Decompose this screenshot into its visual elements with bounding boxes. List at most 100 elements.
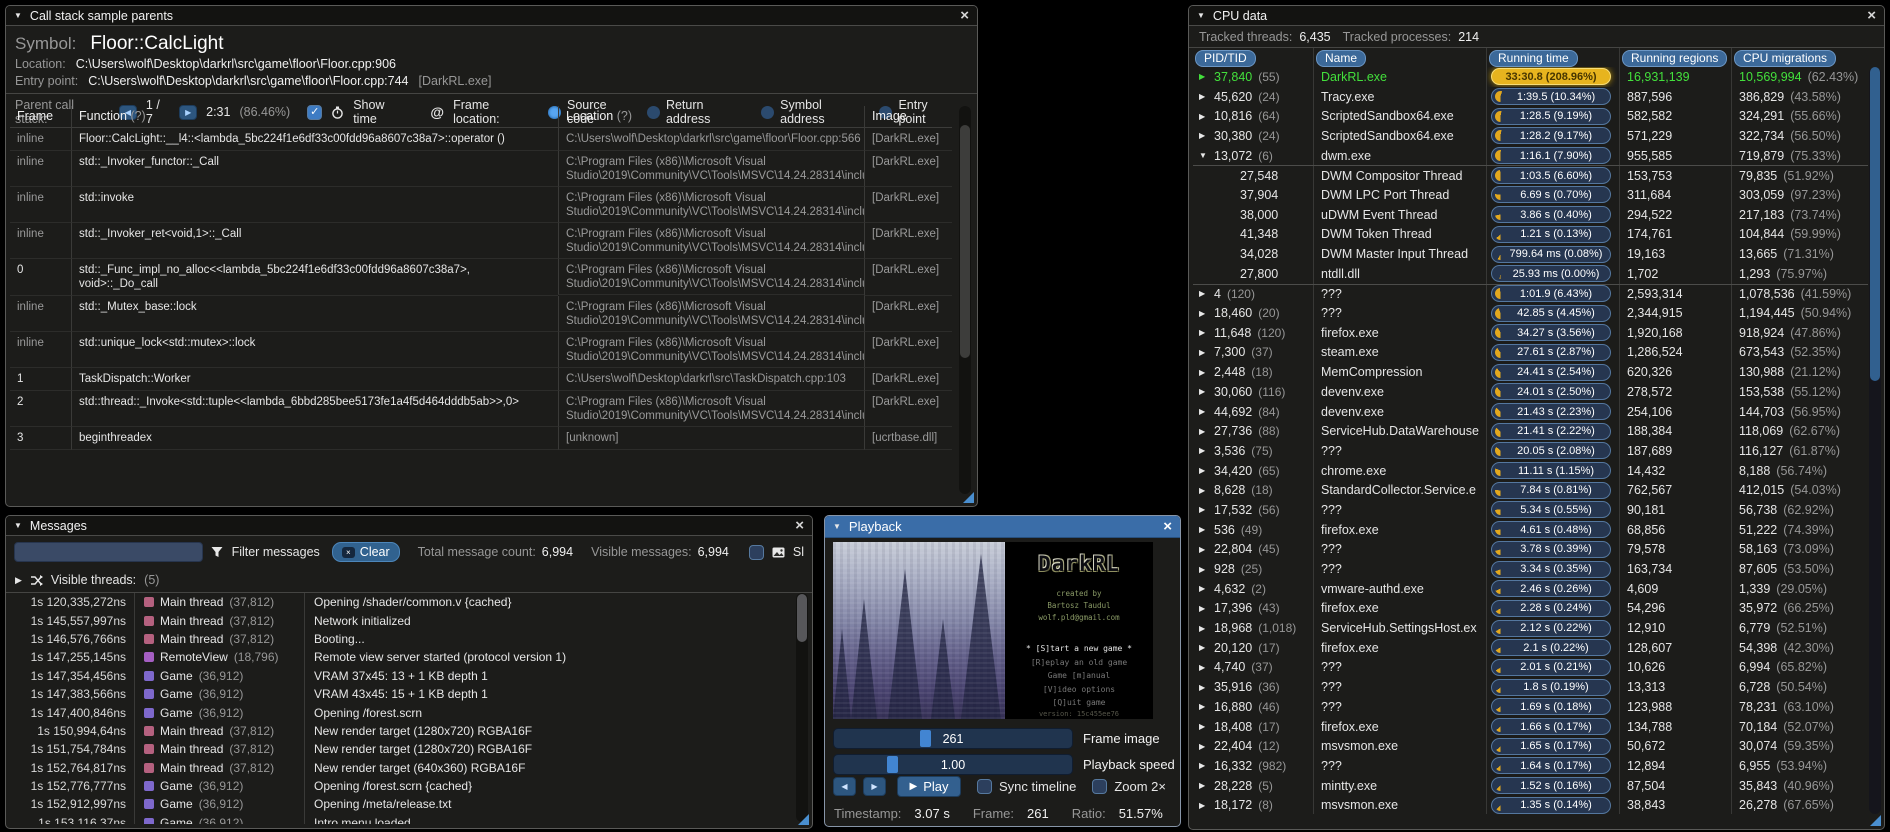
cpu-row[interactable]: ▼ 13,072 (6) dwm.exe 1:16.1 (7.90%) 955,…	[1193, 145, 1868, 166]
expand-icon[interactable]: ▼	[1199, 151, 1208, 160]
cpu-row[interactable]: ▶ 22,804 (45) ??? 3.78 s (0.39%) 79,578 …	[1193, 539, 1868, 560]
visible-threads-row[interactable]: ▶ Visible threads: (5)	[6, 568, 812, 593]
message-row[interactable]: 1s 153,116,37ns Game (36,912) Intro menu…	[10, 813, 794, 824]
resize-grip[interactable]	[963, 492, 974, 503]
cpu-row[interactable]: ▶ 16,880 (46) ??? 1.69 s (0.18%) 123,988…	[1193, 697, 1868, 717]
prev-frame-button[interactable]: ◀	[833, 777, 856, 796]
scrollbar-thumb[interactable]	[960, 125, 970, 359]
expand-icon[interactable]: ▶	[1199, 545, 1208, 554]
message-row[interactable]: 1s 152,776,777ns Game (36,912) Opening /…	[10, 776, 794, 796]
cpu-row[interactable]: ▶ 45,620 (24) Tracy.exe 1:39.5 (10.34%) …	[1193, 86, 1868, 107]
cpu-row[interactable]: ▶ 11,648 (120) firefox.exe 34.27 s (3.56…	[1193, 322, 1868, 343]
expand-icon[interactable]: ▶	[15, 575, 22, 586]
callstack-row[interactable]: 3 beginthreadex [unknown] [ucrtbase.dll]	[10, 427, 952, 451]
scrollbar-thumb[interactable]	[797, 594, 807, 642]
zoom-option[interactable]: Zoom 2×	[1092, 779, 1166, 794]
expand-icon[interactable]: ▶	[1199, 663, 1208, 672]
cpu-row[interactable]: ▶ 34,420 (65) chrome.exe 11.11 s (1.15%)…	[1193, 460, 1868, 481]
expand-icon[interactable]: ▶	[1199, 643, 1208, 652]
message-row[interactable]: 1s 152,764,817ns Main thread (37,812) Ne…	[10, 758, 794, 777]
sync-timeline-checkbox[interactable]	[977, 779, 992, 794]
expand-icon[interactable]: ▶	[1199, 565, 1208, 574]
callstack-row[interactable]: 2 std::thread::_Invoke<std::tuple<<lambd…	[10, 391, 952, 428]
expand-icon[interactable]: ▶	[1199, 505, 1208, 514]
message-row[interactable]: 1s 147,354,456ns Game (36,912) VRAM 37x4…	[10, 666, 794, 685]
cpu-row[interactable]: ▶ 4 (120) ??? 1:01.9 (6.43%) 2,593,314 1…	[1193, 283, 1868, 304]
cpu-row[interactable]: ▶ 22,404 (12) msvsmon.exe 1.65 s (0.17%)…	[1193, 736, 1868, 757]
expand-icon[interactable]: ▶	[1199, 72, 1208, 81]
cpu-row[interactable]: ▶ 4,632 (2) vmware-authd.exe 2.46 s (0.2…	[1193, 578, 1868, 599]
zoom-checkbox[interactable]	[1092, 779, 1108, 794]
cpu-row[interactable]: 37,904 DWM LPC Port Thread 6.69 s (0.70%…	[1193, 185, 1868, 205]
cpu-row[interactable]: ▶ 37,840 (55) DarkRL.exe 33:30.8 (208.96…	[1193, 67, 1868, 87]
callstack-row[interactable]: inline std::_Invoker_functor::_Call C:\P…	[10, 151, 952, 188]
callstack-row[interactable]: inline std::unique_lock<std::mutex>::loc…	[10, 332, 952, 369]
cpu-row[interactable]: 27,548 DWM Compositor Thread 1:03.5 (6.6…	[1193, 165, 1868, 186]
expand-icon[interactable]: ▶	[1199, 722, 1208, 731]
cpu-row[interactable]: ▶ 20,120 (17) firefox.exe 2.1 s (0.22%) …	[1193, 637, 1868, 658]
next-frame-button[interactable]: ▶	[863, 777, 886, 796]
scrollbar[interactable]	[1869, 67, 1881, 814]
show-images-checkbox[interactable]	[748, 544, 764, 560]
collapse-icon[interactable]: ▼	[1197, 11, 1205, 20]
cpu-row[interactable]: ▶ 18,460 (20) ??? 42.85 s (4.45%) 2,344,…	[1193, 303, 1868, 323]
callstack-row[interactable]: inline std::invoke C:\Program Files (x86…	[10, 187, 952, 224]
cpu-row[interactable]: ▶ 28,228 (5) mintty.exe 1.52 s (0.16%) 8…	[1193, 775, 1868, 796]
sync-timeline-option[interactable]: Sync timeline	[977, 779, 1076, 794]
play-button[interactable]: ▶ Play	[897, 776, 961, 797]
cpu-row[interactable]: ▶ 3,536 (75) ??? 20.05 s (2.08%) 187,689…	[1193, 441, 1868, 461]
collapse-icon[interactable]: ▼	[14, 521, 22, 530]
expand-icon[interactable]: ▶	[1199, 742, 1208, 751]
cpu-row[interactable]: ▶ 17,396 (43) firefox.exe 2.28 s (0.24%)…	[1193, 598, 1868, 619]
expand-icon[interactable]: ▶	[1199, 604, 1208, 613]
scrollbar-thumb[interactable]	[1870, 67, 1880, 381]
scrollbar[interactable]	[959, 106, 971, 494]
frame-slider[interactable]: 261	[833, 728, 1073, 749]
expand-icon[interactable]: ▶	[1199, 466, 1208, 475]
cpu-row[interactable]: ▶ 7,300 (37) steam.exe 27.61 s (2.87%) 1…	[1193, 342, 1868, 363]
expand-icon[interactable]: ▶	[1199, 624, 1208, 633]
scrollbar[interactable]	[796, 593, 808, 822]
expand-icon[interactable]: ▶	[1199, 525, 1208, 534]
cpu-row[interactable]: ▶ 2,448 (18) MemCompression 24.41 s (2.5…	[1193, 362, 1868, 382]
expand-icon[interactable]: ▶	[1199, 289, 1208, 298]
cpu-row[interactable]: ▶ 18,172 (8) msvsmon.exe 1.35 s (0.14%) …	[1193, 795, 1868, 814]
expand-icon[interactable]: ▶	[1199, 309, 1208, 318]
column-header-button[interactable]: CPU migrations	[1734, 49, 1837, 67]
collapse-icon[interactable]: ▼	[14, 11, 22, 20]
close-icon[interactable]: ×	[1867, 8, 1876, 23]
collapse-icon[interactable]: ▼	[833, 522, 841, 531]
cpu-row[interactable]: ▶ 18,408 (17) firefox.exe 1.66 s (0.17%)…	[1193, 716, 1868, 737]
expand-icon[interactable]: ▶	[1199, 131, 1208, 140]
expand-icon[interactable]: ▶	[1199, 702, 1208, 711]
column-header-button[interactable]: Running time	[1489, 49, 1578, 67]
expand-icon[interactable]: ▶	[1199, 328, 1208, 337]
message-row[interactable]: 1s 145,557,997ns Main thread (37,812) Ne…	[10, 611, 794, 630]
cpu-row[interactable]: 34,028 DWM Master Input Thread 799.64 ms…	[1193, 244, 1868, 264]
cpu-row[interactable]: ▶ 17,532 (56) ??? 5.34 s (0.55%) 90,181 …	[1193, 500, 1868, 520]
expand-icon[interactable]: ▶	[1199, 801, 1208, 810]
expand-icon[interactable]: ▶	[1199, 407, 1208, 416]
cpu-row[interactable]: ▶ 928 (25) ??? 3.34 s (0.35%) 163,734 87…	[1193, 559, 1868, 579]
filter-input[interactable]	[14, 542, 203, 562]
callstack-row[interactable]: inline Floor::CalcLight::__l4::<lambda_5…	[10, 128, 952, 152]
expand-icon[interactable]: ▶	[1199, 368, 1208, 377]
message-row[interactable]: 1s 151,754,784ns Main thread (37,812) Ne…	[10, 740, 794, 759]
callstack-row[interactable]: inline std::_Mutex_base::lock C:\Program…	[10, 296, 952, 333]
message-row[interactable]: 1s 147,383,566ns Game (36,912) VRAM 43x4…	[10, 684, 794, 704]
message-row[interactable]: 1s 147,255,145ns RemoteView (18,796) Rem…	[10, 648, 794, 667]
message-row[interactable]: 1s 120,335,272ns Main thread (37,812) Op…	[10, 593, 794, 612]
callstack-row[interactable]: 1 TaskDispatch::Worker C:\Users\wolf\Des…	[10, 368, 952, 392]
expand-icon[interactable]: ▶	[1199, 427, 1208, 436]
cpu-row[interactable]: ▶ 8,628 (18) StandardCollector.Service.e…	[1193, 480, 1868, 501]
expand-icon[interactable]: ▶	[1199, 92, 1208, 101]
callstack-row[interactable]: 0 std::_Func_impl_no_alloc<<lambda_5bc22…	[10, 259, 952, 297]
column-header-button[interactable]: PID/TID	[1195, 49, 1256, 67]
cpu-row[interactable]: ▶ 30,060 (116) devenv.exe 24.01 s (2.50%…	[1193, 382, 1868, 402]
cpu-row[interactable]: ▶ 10,816 (64) ScriptedSandbox64.exe 1:28…	[1193, 106, 1868, 127]
clear-button[interactable]: × Clear	[331, 542, 400, 562]
expand-icon[interactable]: ▶	[1199, 584, 1208, 593]
expand-icon[interactable]: ▶	[1199, 112, 1208, 121]
message-row[interactable]: 1s 152,912,997ns Game (36,912) Opening /…	[10, 795, 794, 814]
expand-icon[interactable]: ▶	[1199, 348, 1208, 357]
